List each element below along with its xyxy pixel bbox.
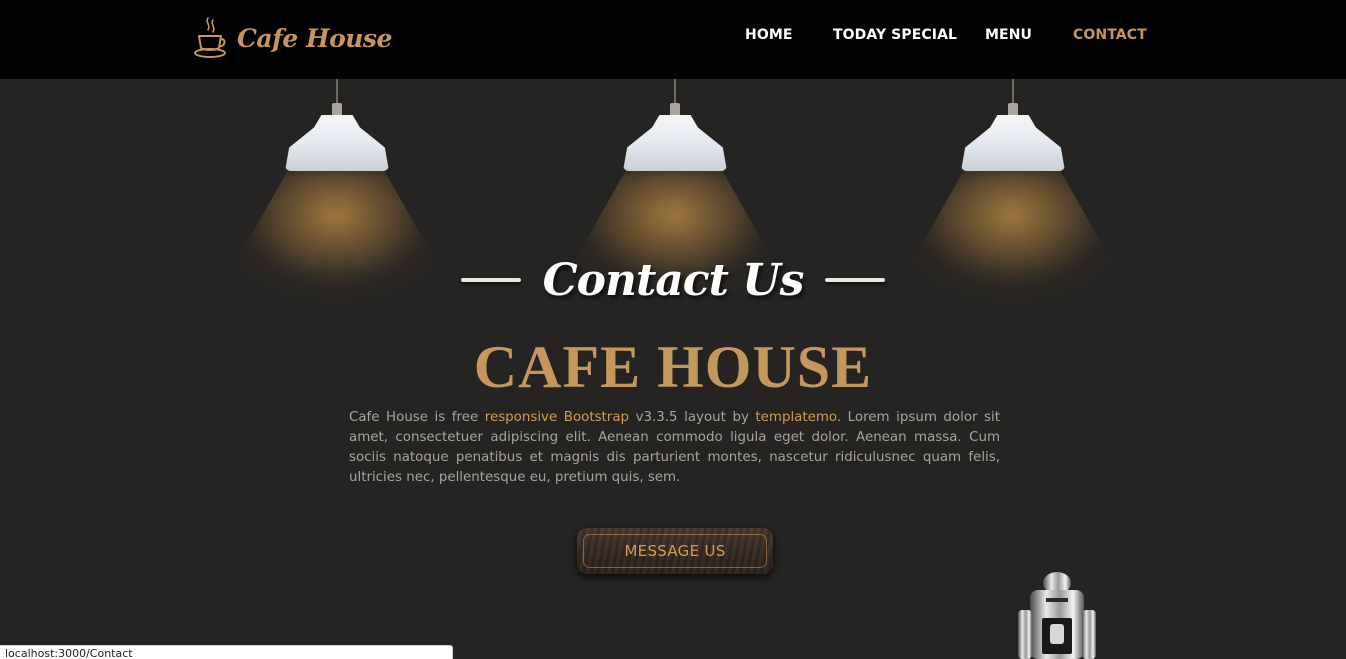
nav-contact[interactable]: CONTACT <box>1073 27 1147 43</box>
bootstrap-link[interactable]: responsive Bootstrap <box>485 410 629 425</box>
section-title-text: Contact Us <box>542 254 805 306</box>
pendant-lamp-right <box>961 79 1065 172</box>
pendant-lamp-center <box>623 79 727 172</box>
nav-menu[interactable]: MENU <box>985 27 1032 43</box>
page-heading: CAFE HOUSE <box>473 334 873 400</box>
browser-status-url: localhost:3000/Contact <box>0 645 453 659</box>
pendant-lamp-left <box>285 79 389 172</box>
nav-today-special[interactable]: TODAY SPECIAL <box>833 27 957 43</box>
templatemo-link[interactable]: templatemo <box>755 410 836 425</box>
main-nav: HOME TODAY SPECIAL MENU CONTACT <box>0 0 1346 79</box>
title-divider-left <box>460 278 521 282</box>
top-navbar: Cafe House HOME TODAY SPECIAL MENU CONTA… <box>0 0 1346 79</box>
intro-paragraph: Cafe House is free responsive Bootstrap … <box>349 408 1000 488</box>
coffee-machine-image <box>1018 572 1096 659</box>
section-title: Contact Us <box>0 248 1346 312</box>
intro-text-1: Cafe House is free <box>349 410 485 425</box>
nav-home[interactable]: HOME <box>745 27 793 43</box>
intro-text-2: v3.3.5 layout by <box>629 410 756 425</box>
message-us-button[interactable]: MESSAGE US <box>577 528 773 574</box>
title-divider-right <box>825 278 886 282</box>
message-us-label: MESSAGE US <box>624 542 726 560</box>
